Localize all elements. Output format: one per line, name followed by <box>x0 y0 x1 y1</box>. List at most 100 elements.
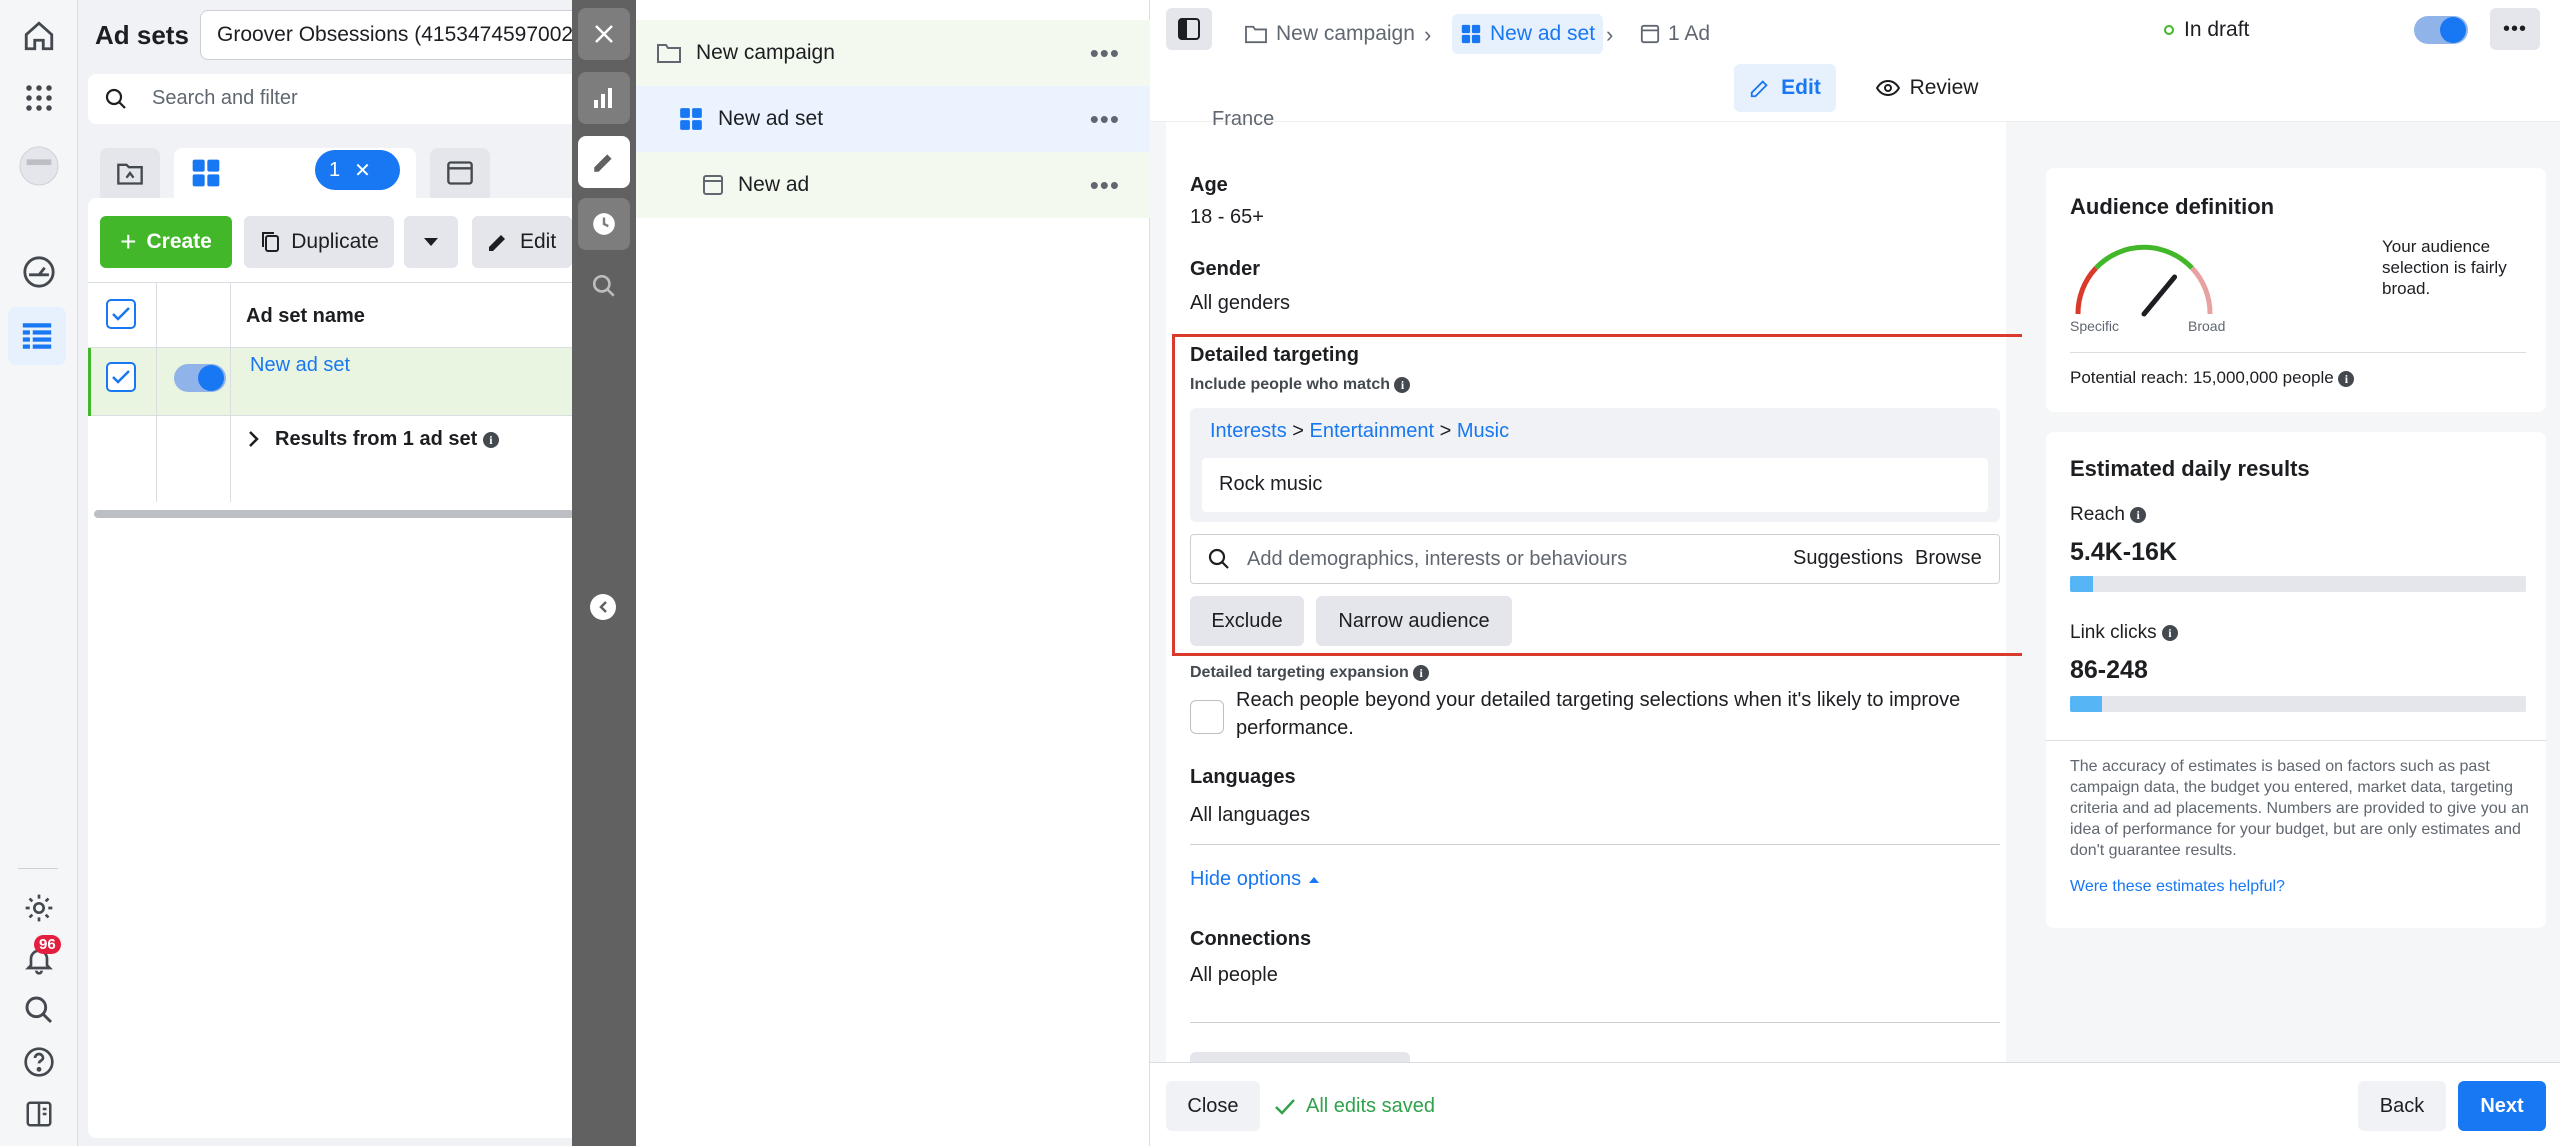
history-button[interactable] <box>578 198 630 250</box>
plus-icon: + <box>120 226 137 257</box>
close-button[interactable]: Close <box>1166 1081 1260 1131</box>
insights-button[interactable] <box>578 72 630 124</box>
col-divider <box>156 416 157 502</box>
toggle-sidebar-button[interactable] <box>1166 8 1212 50</box>
divider <box>1190 1022 2000 1023</box>
divider <box>1190 844 2000 845</box>
editor-header: New campaign › New ad set › 1 Ad In draf… <box>1150 0 2560 122</box>
expansion-checkbox[interactable] <box>1190 700 1224 734</box>
tab-campaigns[interactable] <box>100 148 160 198</box>
more-options-icon[interactable]: ••• <box>1090 38 1120 69</box>
table-header: Ad set name <box>88 282 582 349</box>
pencil-icon <box>1750 80 1768 98</box>
global-nav-rail: 96 <box>0 0 78 1146</box>
account-avatar[interactable] <box>19 146 59 186</box>
languages-value[interactable]: All languages <box>1190 804 1310 827</box>
tree-item-ad[interactable]: New ad ••• <box>636 152 1150 218</box>
info-icon[interactable]: i <box>2161 624 2178 641</box>
targeting-search-input[interactable]: Add demographics, interests or behaviour… <box>1190 534 2000 584</box>
path-entertainment[interactable]: Entertainment <box>1310 420 1435 442</box>
duplicate-icon <box>262 232 280 252</box>
horizontal-scrollbar[interactable] <box>94 510 574 518</box>
draft-toggle[interactable] <box>2414 16 2468 44</box>
select-all-checkbox[interactable] <box>106 299 136 329</box>
row-status-toggle[interactable] <box>174 364 226 392</box>
estimates-feedback-link[interactable]: Were these estimates helpful? <box>2070 878 2285 896</box>
next-button[interactable]: Next <box>2458 1081 2546 1131</box>
more-options-icon[interactable]: ••• <box>1090 104 1120 135</box>
settings-gear-icon[interactable] <box>19 888 59 928</box>
info-icon[interactable]: i <box>482 431 499 448</box>
gender-value[interactable]: All genders <box>1190 292 1290 315</box>
path-interests[interactable]: Interests <box>1210 420 1287 442</box>
row-checkbox[interactable] <box>106 362 136 392</box>
audience-definition-card: Audience definition Specific Broad Your … <box>2046 168 2546 412</box>
tab-review[interactable]: Review <box>1862 64 1992 112</box>
tree-item-adset[interactable]: New ad set ••• <box>636 86 1150 152</box>
breadcrumb-ad[interactable]: 1 Ad <box>1640 14 1710 54</box>
more-options-button[interactable]: ••• <box>2490 8 2540 50</box>
hide-options-link[interactable]: Hide options <box>1190 868 1320 891</box>
breadcrumb-adset[interactable]: New ad set <box>1452 14 1604 54</box>
toggle-knob <box>198 365 224 391</box>
tree-item-campaign[interactable]: New campaign ••• <box>636 20 1150 86</box>
narrow-audience-button[interactable]: Narrow audience <box>1316 596 1512 646</box>
breadcrumb-campaign[interactable]: New campaign <box>1244 14 1415 54</box>
breadcrumb-separator: › <box>1424 22 1432 47</box>
col-divider <box>156 283 157 349</box>
search-icon[interactable] <box>19 990 59 1030</box>
caret-up-icon <box>1309 877 1320 883</box>
account-selector[interactable]: Groover Obsessions (4153474597002... <box>200 10 580 60</box>
help-question-icon[interactable] <box>19 1042 59 1082</box>
chevron-right-icon[interactable] <box>248 430 260 448</box>
ad-window-icon <box>447 161 473 185</box>
tab-ads[interactable] <box>430 148 490 198</box>
tab-edit[interactable]: Edit <box>1734 64 1836 112</box>
info-icon[interactable]: i <box>1394 376 1411 393</box>
clear-selection-icon[interactable]: ✕ <box>354 158 371 183</box>
info-icon[interactable]: i <box>1413 664 1430 681</box>
edit-mode-button[interactable] <box>578 136 630 188</box>
edit-button[interactable]: Edit <box>472 216 572 268</box>
back-button[interactable]: Back <box>2358 1081 2446 1131</box>
table-row[interactable]: New ad set <box>88 348 582 416</box>
audience-title: Audience definition <box>2070 194 2275 219</box>
browse-link[interactable]: Browse <box>1915 547 1982 570</box>
detailed-targeting-title: Detailed targeting <box>1190 344 1359 366</box>
interest-rock-music[interactable]: Rock music <box>1202 458 1988 512</box>
collapse-panel-button[interactable] <box>590 594 616 620</box>
info-icon[interactable]: i <box>2130 506 2147 523</box>
adset-name-link[interactable]: New ad set <box>250 354 350 377</box>
more-options-icon: ••• <box>2502 17 2527 40</box>
search-filter-input[interactable]: Search and filter <box>88 74 578 124</box>
link-clicks-value: 86-248 <box>2070 656 2148 684</box>
info-icon[interactable]: i <box>2338 370 2355 387</box>
inspect-button[interactable] <box>578 260 630 312</box>
gauge-specific-label: Specific <box>2070 318 2120 334</box>
exclude-button[interactable]: Exclude <box>1190 596 1304 646</box>
bar-chart-icon <box>594 88 612 108</box>
close-editor-button[interactable] <box>578 8 630 60</box>
more-options-icon[interactable]: ••• <box>1090 170 1120 201</box>
gauge-needle <box>2141 274 2178 317</box>
dashboard-gauge-icon[interactable] <box>19 252 59 292</box>
create-button[interactable]: + Create <box>100 216 232 268</box>
apps-grid-icon[interactable] <box>19 78 59 118</box>
reports-icon[interactable] <box>19 1094 59 1134</box>
home-icon[interactable] <box>19 16 59 56</box>
connections-value[interactable]: All people <box>1190 964 1278 987</box>
selected-count-pill[interactable]: 1 ✕ <box>315 150 400 190</box>
eye-icon <box>1875 79 1900 97</box>
column-header-name[interactable]: Ad set name <box>246 305 365 328</box>
path-music[interactable]: Music <box>1457 420 1509 442</box>
ads-manager-table-icon[interactable] <box>8 307 66 365</box>
search-icon <box>105 88 126 109</box>
age-value[interactable]: 18 - 65+ <box>1190 206 1264 229</box>
duplicate-button[interactable]: Duplicate <box>244 216 394 268</box>
adsets-grid-icon <box>1461 24 1481 44</box>
search-placeholder: Search and filter <box>152 87 298 109</box>
suggestions-link[interactable]: Suggestions <box>1793 547 1903 570</box>
results-row[interactable]: Results from 1 ad set i <box>88 416 582 502</box>
partially-visible-button[interactable] <box>1190 1052 1410 1062</box>
duplicate-dropdown-button[interactable] <box>404 216 458 268</box>
